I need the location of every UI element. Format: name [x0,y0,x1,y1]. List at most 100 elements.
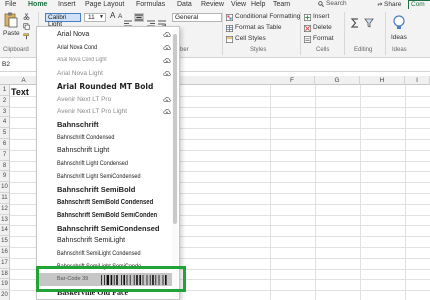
paste-icon[interactable] [4,12,18,28]
wrap-text-button[interactable] [158,14,167,27]
font-option-label: Bahnschrift SemiLight [57,237,126,245]
paste-button[interactable]: Paste [3,30,20,38]
font-option[interactable]: Bahnschrift SemiBold [37,183,172,196]
conditional-formatting-label: Conditional Formatting [235,13,301,20]
row-header-11[interactable]: 11 [0,193,10,204]
row-header-3[interactable]: 3 [0,106,10,118]
font-option[interactable]: Bahnschrift SemiBold Condensed [37,196,172,209]
font-option[interactable]: Bahnschrift Condensed [37,131,172,144]
font-option-label: Bahnschrift SemiBold [57,184,136,194]
font-option[interactable]: Avenir Next LT Pro Light [37,105,172,118]
row-header-9[interactable]: 9 [0,171,10,183]
font-option-label: Avenir Next LT Pro Light [57,108,128,116]
font-option[interactable]: Bahnschrift SemiCondensed [37,222,172,235]
copy-icon[interactable] [23,23,30,30]
menu-data[interactable]: Data [177,0,192,9]
row-header-16[interactable]: 16 [0,247,10,258]
align-center-button[interactable] [134,13,144,22]
align-right-button[interactable] [147,14,155,27]
dropdown-scroll-thumb[interactable] [173,34,177,224]
font-option[interactable]: Arial Nova Cond Light [37,54,172,67]
number-format-value: General [175,14,199,21]
font-option-label: Bahnschrift Condensed [57,134,115,142]
format-cells-button[interactable]: Format [304,35,338,44]
sort-filter-button[interactable] [364,15,376,28]
font-option[interactable]: Arial Nova Cond [37,41,172,54]
align-left-button[interactable] [124,14,132,27]
font-size-input[interactable]: 11 ▼ [84,13,106,22]
font-option[interactable]: Bahnschrift [37,118,172,131]
row-header-15[interactable]: 15 [0,236,10,247]
delete-cells-button[interactable]: Delete [304,24,338,33]
row-header-19[interactable]: 19 [0,279,10,291]
column-header-f[interactable]: F [270,76,315,85]
search-label: Search [326,0,347,7]
menu-view[interactable]: View [231,0,246,9]
search-icon [318,1,324,7]
search-box[interactable]: Search [318,0,376,8]
row-header-17[interactable]: 17 [0,257,10,269]
font-option[interactable]: Arial Rounded MT Bold [37,80,172,93]
column-header-i[interactable]: I [405,76,430,85]
column-header-g[interactable]: G [315,76,360,85]
menu-file[interactable]: File [5,0,16,9]
decrease-font-button[interactable]: A [118,13,122,21]
column-header-a[interactable]: A [10,76,38,85]
row-header-14[interactable]: 14 [0,225,10,237]
row-header-8[interactable]: 8 [0,160,10,172]
cloud-download-icon [163,44,171,50]
menu-insert[interactable]: Insert [58,0,76,9]
row-header-20[interactable]: 20 [0,290,10,300]
font-option[interactable]: Bahnschrift SemiBold SemiConden [37,209,172,222]
excel-window: File Home Insert Page Layout Formulas Data Rev… [0,0,430,300]
menu-help[interactable]: Help [251,0,265,9]
number-format-select[interactable]: General [172,13,222,22]
font-option-label: Arial Nova Cond [57,43,98,51]
menu-review[interactable]: Review [201,0,224,9]
name-box[interactable]: B2 [2,60,30,70]
ideas-button[interactable]: Ideas [389,12,409,44]
font-option[interactable]: Bahnschrift SemiLight Condensed [37,247,172,260]
column-header-h[interactable]: H [360,76,405,85]
row-header-13[interactable]: 13 [0,214,10,226]
font-option-label: Bahnschrift SemiBold SemiConden [57,211,158,219]
font-option-label: Arial Nova Light [57,69,103,77]
row-header-2[interactable]: 2 [0,95,10,107]
cell-styles-button[interactable]: Cell Styles [226,35,276,44]
format-icon [304,36,311,43]
increase-font-button[interactable]: A [110,12,115,20]
share-button[interactable]: Share [377,0,401,9]
font-option[interactable]: Arial Nova Light [37,67,172,80]
cell-styles-icon [226,36,233,43]
format-as-table-label: Format as Table [235,24,282,31]
format-as-table-button[interactable]: Format as Table [226,24,286,33]
cut-icon[interactable] [23,13,30,20]
insert-cells-button[interactable]: Insert [304,13,338,22]
menu-formulas[interactable]: Formulas [136,0,165,9]
row-header-10[interactable]: 10 [0,182,10,193]
separator [300,12,301,55]
column-gridline [405,85,406,300]
row-header-18[interactable]: 18 [0,268,10,280]
font-option[interactable]: Bahnschrift SemiLight [37,234,172,247]
font-option[interactable]: Bahnschrift Light Condensed [37,157,172,170]
row-header-7[interactable]: 7 [0,149,10,161]
font-option-label: Bahnschrift Light SemiCondensed [57,172,141,180]
font-option[interactable]: Avenir Next LT Pro [37,93,172,106]
row-header-1[interactable]: 1 [0,85,10,96]
row-header-6[interactable]: 6 [0,139,10,150]
insert-label: Insert [313,13,330,20]
row-header-4[interactable]: 4 [0,117,10,129]
column-gridline [360,85,361,300]
conditional-formatting-button[interactable]: Conditional Formatting [226,13,300,22]
font-option[interactable]: Bahnschrift Light SemiCondensed [37,170,172,183]
row-header-5[interactable]: 5 [0,128,10,139]
row-header-12[interactable]: 12 [0,203,10,215]
format-painter-icon[interactable] [23,33,30,40]
autosum-button[interactable] [350,15,362,28]
font-option[interactable]: Arial Nova [37,28,172,41]
font-option[interactable]: Bahnschrift Light [37,144,172,157]
font-name-input[interactable]: Calibri Light [45,13,81,28]
menu-team[interactable]: Team [273,0,290,9]
menu-page-layout[interactable]: Page Layout [85,0,124,9]
